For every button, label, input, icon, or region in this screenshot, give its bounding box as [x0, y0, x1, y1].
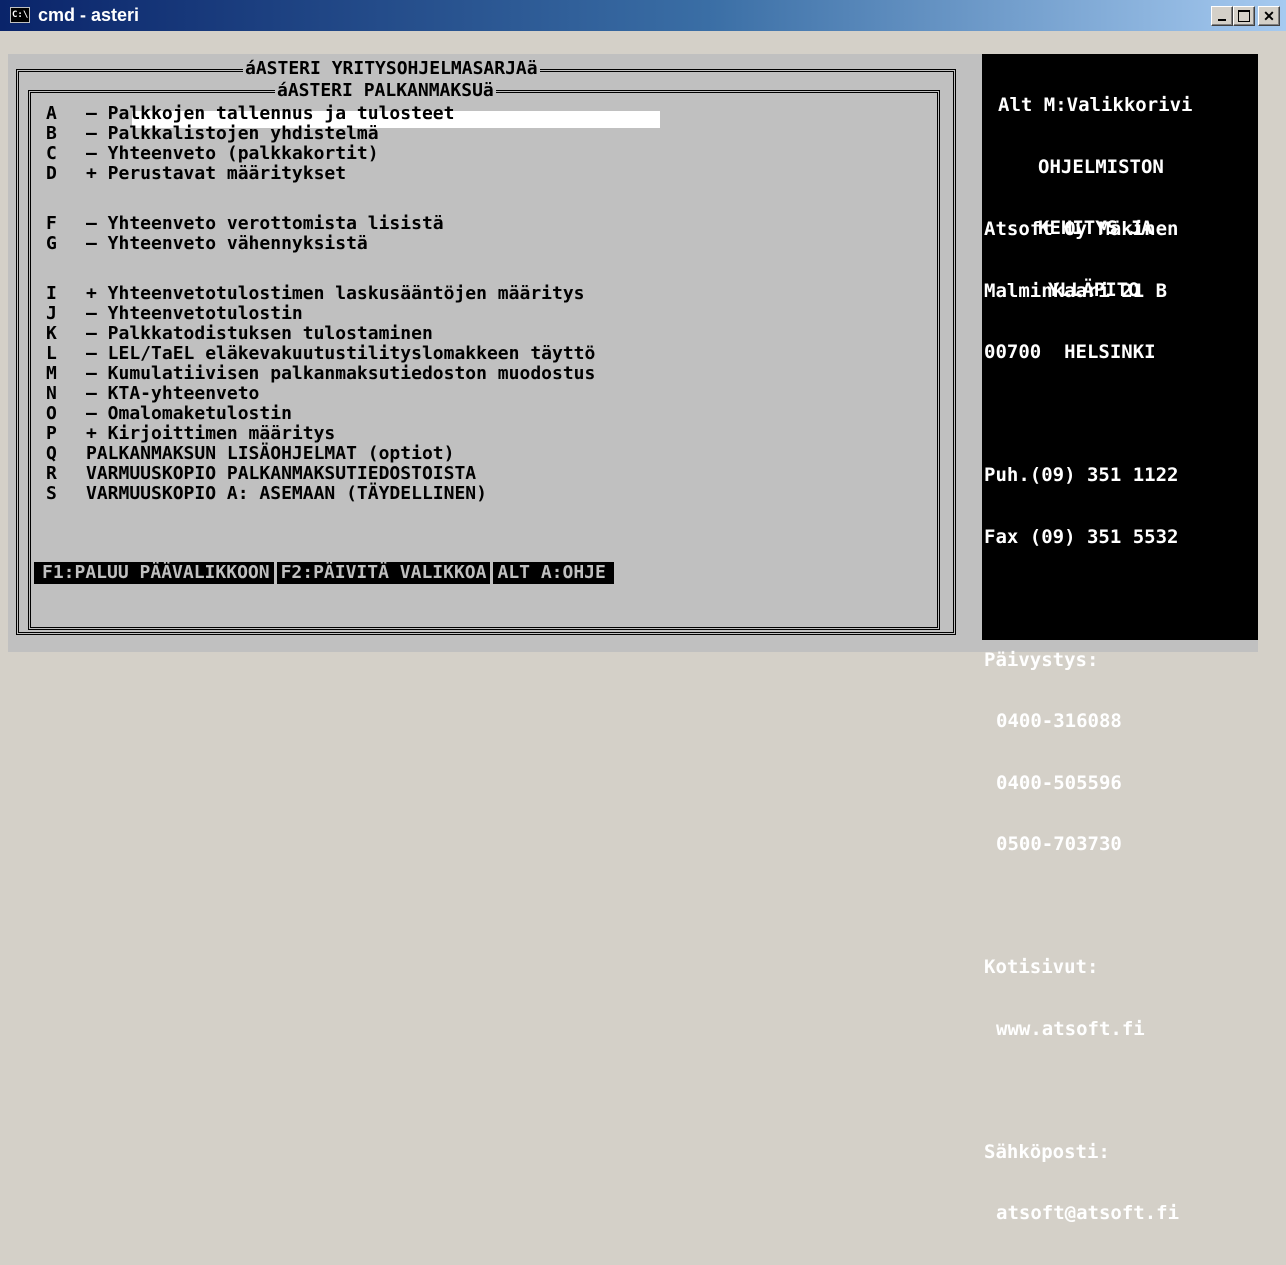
menu-item-f[interactable]: F – Yhteenveto verottomista lisistä — [46, 214, 444, 234]
info-panel: Alt M:Valikkorivi OHJELMISTON KEHITYS JA… — [982, 54, 1259, 1223]
menu-item-q[interactable]: Q PALKANMAKSUN LISÄOHJELMAT (optiot) — [46, 444, 454, 464]
minimize-icon — [1218, 19, 1226, 21]
menu-item-l[interactable]: L – LEL/TaEL eläkevakuutustilityslomakkee… — [46, 344, 595, 364]
minimize-button[interactable] — [1211, 6, 1233, 26]
menu-item-k[interactable]: K – Palkkatodistuksen tulostaminen — [46, 324, 433, 344]
menu-item-n[interactable]: N – KTA-yhteenveto — [46, 384, 259, 404]
function-key-bar: F1:PALUU PÄÄVALIKKOON F2:PÄIVITÄ VALIKKOA… — [34, 562, 614, 584]
phone: Puh.(09) 351 1122 — [984, 464, 1179, 486]
close-icon: ✕ — [1263, 8, 1275, 24]
menu-item-o[interactable]: O – Omalomaketulostin — [46, 404, 292, 424]
window-title: cmd - asteri — [38, 5, 140, 25]
menubar-hint: Alt M:Valikkorivi — [998, 94, 1193, 116]
menu-item-a[interactable]: A – Palkkojen tallennus ja tulosteet — [46, 104, 454, 124]
menu-item-b[interactable]: B – Palkkalistojen yhdistelmä — [46, 124, 379, 144]
duty-number-2: 0400-505596 — [996, 771, 1122, 794]
menu-item-i[interactable]: I + Yhteenvetotulostimen laskusääntöjen m… — [46, 284, 585, 304]
company-street: Malminkaari 21 B — [984, 279, 1168, 302]
menu-item-s[interactable]: S VARMUUSKOPIO A: ASEMAAN (TÄYDELLINEN) — [46, 484, 487, 504]
inner-menu-title: áASTERI PALKANMAKSUä — [275, 80, 496, 101]
menu-item-p[interactable]: P + Kirjoittimen määritys — [46, 424, 335, 444]
menu-item-d[interactable]: D + Perustavat määritykset — [46, 164, 346, 184]
web-label: Kotisivut: — [984, 956, 1099, 978]
f1-back-button[interactable]: F1:PALUU PÄÄVALIKKOON — [38, 562, 274, 584]
menu-item-r[interactable]: R VARMUUSKOPIO PALKANMAKSUTIEDOSTOISTA — [46, 464, 476, 484]
maximize-button[interactable] — [1233, 6, 1255, 26]
title-bar[interactable]: C:\ cmd - asteri ✕ — [0, 0, 1286, 31]
company-name: Atsoft Oy Mäkinen — [984, 218, 1179, 240]
console-icon: C:\ — [10, 7, 30, 23]
duty-number-1: 0400-316088 — [996, 710, 1122, 732]
duty-label: Päivystys: — [984, 648, 1099, 671]
console-scroll-edge — [1258, 54, 1278, 652]
email-label: Sähköposti: — [984, 1140, 1110, 1163]
web-address: www.atsoft.fi — [996, 1017, 1145, 1040]
company-city: 00700 HELSINKI — [984, 341, 1156, 363]
duty-number-3: 0500-703730 — [996, 833, 1122, 855]
maximize-icon — [1238, 10, 1250, 22]
alt-a-help-button[interactable]: ALT A:OHJE — [490, 562, 610, 584]
close-button[interactable]: ✕ — [1258, 6, 1280, 26]
outer-menu-title: áASTERI YRITYSOHJELMASARJAä — [243, 58, 540, 79]
f2-refresh-button[interactable]: F2:PÄIVITÄ VALIKKOA — [273, 562, 491, 584]
slogan-line-1: OHJELMISTON — [1038, 155, 1164, 178]
fax: Fax (09) 351 5532 — [984, 525, 1179, 548]
console-area[interactable]: Alt M:Valikkorivi OHJELMISTON KEHITYS JA… — [8, 54, 1278, 1223]
menu-item-g[interactable]: G – Yhteenveto vähennyksistä — [46, 234, 368, 254]
menu-item-c[interactable]: C – Yhteenveto (palkkakortit) — [46, 144, 379, 164]
email-address: atsoft@atsoft.fi — [996, 1202, 1180, 1224]
menu-item-m[interactable]: M – Kumulatiivisen palkanmaksutiedoston m… — [46, 364, 595, 384]
menu-item-j[interactable]: J – Yhteenvetotulostin — [46, 304, 303, 324]
